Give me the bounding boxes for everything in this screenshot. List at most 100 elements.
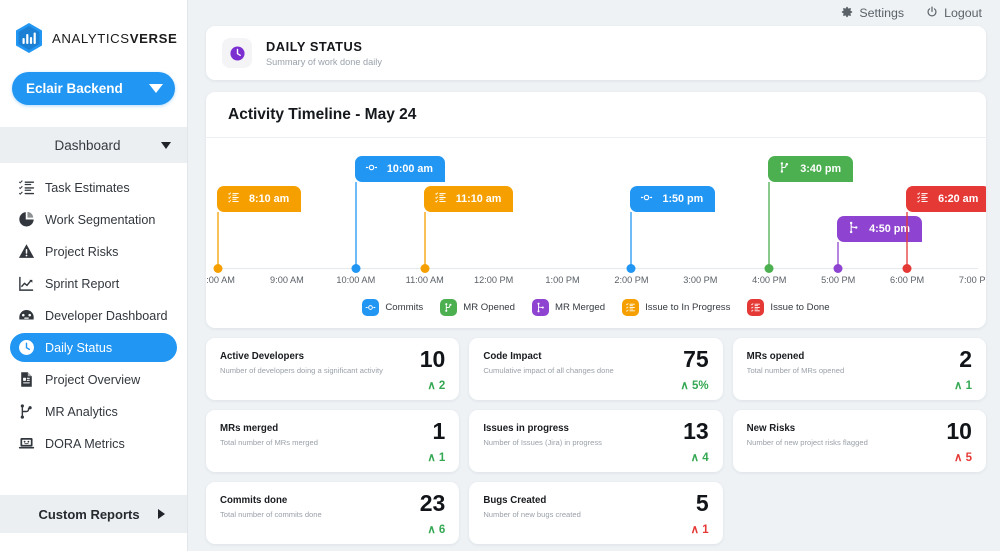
timeline-tick-label: 7:00 PM xyxy=(958,275,986,285)
sidebar-item-project-risks[interactable]: Project Risks xyxy=(10,237,177,266)
timeline-tick-label: 4:00 PM xyxy=(752,275,787,285)
metric-title: New Risks xyxy=(746,423,796,434)
activity-timeline-title: Activity Timeline - May 24 xyxy=(206,92,986,138)
timeline-event-stem xyxy=(837,242,840,268)
legend-item[interactable]: MR Opened xyxy=(440,299,515,316)
sidebar-item-work-segmentation[interactable]: Work Segmentation xyxy=(10,205,177,234)
project-selector-label: Eclair Backend xyxy=(26,81,123,96)
commit-icon xyxy=(362,299,380,316)
metric-figures: 10 ∧ 2 xyxy=(411,346,446,392)
timeline-event-stem xyxy=(768,182,771,268)
project-selector[interactable]: Eclair Backend xyxy=(12,72,175,105)
legend-label: MR Opened xyxy=(463,302,515,313)
legend-label: MR Merged xyxy=(554,302,606,313)
issue-list-icon xyxy=(434,191,447,207)
sidebar: ANALYTICSVERSE Eclair Backend Dashboard … xyxy=(0,0,188,551)
metric-value: 5 xyxy=(695,490,709,516)
timeline-event-stem xyxy=(423,212,426,268)
metric-card[interactable]: Bugs Created Number of new bugs created 5 ∧… xyxy=(469,482,723,544)
metric-text: Code Impact Cumulative impact of all chan… xyxy=(483,348,674,392)
metric-value: 10 xyxy=(419,346,446,372)
sidebar-item-task-estimates[interactable]: Task Estimates xyxy=(10,173,177,202)
sidebar-item-label: Project Overview xyxy=(45,372,141,387)
sidebar-item-mr-analytics[interactable]: MR Analytics xyxy=(10,397,177,426)
timeline-tick-label: 10:00 AM xyxy=(336,275,376,285)
timeline-event-pill[interactable]: 6:20 am xyxy=(906,186,986,212)
metric-value: 13 xyxy=(683,418,709,444)
activity-timeline-body: 8:00 AM 9:00 AM 10:00 AM 11:00 AM 12:00 PM 1:… xyxy=(206,138,986,328)
logout-button[interactable]: Logout xyxy=(926,6,982,21)
daily-status-text: DAILY STATUS Summary of work done daily xyxy=(266,39,382,67)
timeline-tick-label: 12:00 PM xyxy=(473,275,514,285)
timeline-event-pill[interactable]: 11:10 am xyxy=(423,186,514,212)
timeline-tick-label: 5:00 PM xyxy=(821,275,856,285)
timeline-event-time: 11:10 am xyxy=(455,193,502,205)
timeline-event-stem xyxy=(217,212,219,268)
power-icon xyxy=(926,6,938,21)
app-root: ANALYTICSVERSE Eclair Backend Dashboard … xyxy=(0,0,1000,551)
chevron-down-icon xyxy=(161,141,171,149)
pie-chart-icon xyxy=(18,211,35,228)
metric-delta: ∧ 1 xyxy=(427,451,446,464)
logout-label: Logout xyxy=(944,6,982,20)
metric-card[interactable]: Issues in progress Number of Issues (Jira… xyxy=(469,410,723,472)
sidebar-item-label: Task Estimates xyxy=(45,180,130,195)
sidebar-item-project-overview[interactable]: Project Overview xyxy=(10,365,177,394)
metrics-grid: Active Developers Number of developers do… xyxy=(206,338,986,544)
legend-item[interactable]: Commits xyxy=(362,299,423,316)
custom-reports-section[interactable]: Custom Reports xyxy=(0,495,187,533)
metric-card[interactable]: Commits done Total number of commits done… xyxy=(206,482,460,544)
metric-value: 2 xyxy=(959,346,972,372)
metric-text: MRs merged Total number of MRs merged xyxy=(220,420,411,464)
timeline-event-time: 8:10 am xyxy=(249,193,290,205)
document-icon xyxy=(18,371,35,388)
timeline-tick-label: 2:00 PM xyxy=(614,275,649,285)
page-title: DAILY STATUS xyxy=(266,39,363,54)
sidebar-menu: Task Estimates Work Segmentation Project… xyxy=(0,163,187,495)
timeline-event-pill[interactable]: 10:00 am xyxy=(354,156,446,182)
main-content: Settings Logout DAILY STATUS Summary of … xyxy=(188,0,1000,551)
sidebar-item-daily-status[interactable]: Daily Status xyxy=(10,333,177,362)
timeline-event-stem xyxy=(630,212,633,268)
timeline-tick-label: 8:00 AM xyxy=(206,275,235,285)
sidebar-item-developer-dashboard[interactable]: Developer Dashboard xyxy=(10,301,177,330)
sidebar-item-sprint-report[interactable]: Sprint Report xyxy=(10,269,177,298)
metric-card[interactable]: Active Developers Number of developers do… xyxy=(206,338,460,400)
legend-item[interactable]: Issue to In Progress xyxy=(622,299,730,316)
timeline-event-pill[interactable]: 3:40 pm xyxy=(768,156,854,182)
dashboard-section-header[interactable]: Dashboard xyxy=(0,127,187,163)
metric-card[interactable]: MRs opened Total number of MRs opened 2 ∧ 1 xyxy=(732,338,986,400)
metric-text: Bugs Created Number of new bugs created xyxy=(483,492,674,536)
metric-title: MRs merged xyxy=(220,423,279,434)
metric-title: MRs opened xyxy=(746,351,805,362)
clock-icon xyxy=(222,38,252,68)
timeline-tick-label: 9:00 AM xyxy=(270,275,304,285)
metric-card[interactable]: MRs merged Total number of MRs merged 1 ∧ 1 xyxy=(206,410,460,472)
merge-request-icon xyxy=(18,403,35,420)
metric-delta: ∧ 1 xyxy=(690,523,709,536)
timeline-tick-label: 11:00 AM xyxy=(405,275,444,285)
metric-figures: 75 ∧ 5% xyxy=(675,348,708,392)
sidebar-item-label: Sprint Report xyxy=(45,276,120,291)
sidebar-item-label: MR Analytics xyxy=(45,404,118,419)
legend-item[interactable]: Issue to Done xyxy=(747,299,830,316)
merge-open-icon xyxy=(778,161,791,177)
timeline-event-pill[interactable]: 4:50 pm xyxy=(837,216,922,242)
metric-card[interactable]: New Risks Number of new project risks fla… xyxy=(732,410,986,472)
metric-title: Issues in progress xyxy=(483,423,569,434)
timeline-event-pill[interactable]: 1:50 pm xyxy=(630,186,716,212)
sidebar-item-dora-metrics[interactable]: DORA Metrics xyxy=(10,429,177,458)
timeline-event-time: 10:00 am xyxy=(386,163,434,175)
metric-card[interactable]: Code Impact Cumulative impact of all chan… xyxy=(469,338,723,400)
timeline-event-time: 4:50 pm xyxy=(869,223,910,235)
settings-button[interactable]: Settings xyxy=(841,6,904,21)
legend-item[interactable]: MR Merged xyxy=(531,299,606,316)
topbar: Settings Logout xyxy=(206,0,986,26)
metric-figures: 10 ∧ 5 xyxy=(938,420,972,464)
timeline-event-pill[interactable]: 8:10 am xyxy=(217,186,302,212)
merge-merged-icon xyxy=(531,299,549,316)
issue-done-icon xyxy=(747,299,765,316)
metric-description: Number of developers doing a significant… xyxy=(220,366,383,375)
line-chart-icon xyxy=(18,275,35,292)
metric-text: Issues in progress Number of Issues (Jira… xyxy=(483,420,674,464)
